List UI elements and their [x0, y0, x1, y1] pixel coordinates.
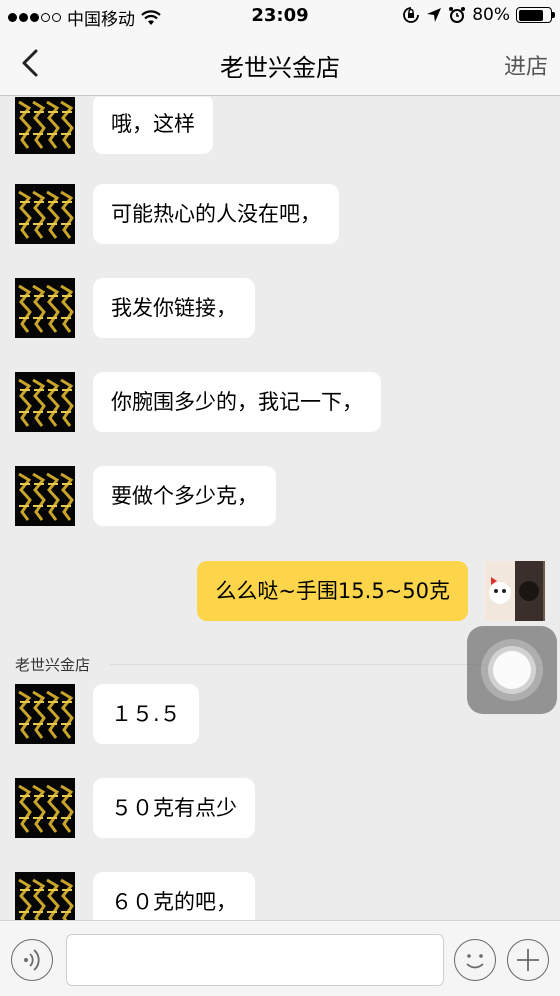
chat-area[interactable]: 哦，这样可能热心的人没在吧， 我发你链接， 你腕围多少的，我记一下， 要做个多少克， 么… [0, 97, 560, 920]
sender-name-label: 老世兴金店 [15, 656, 91, 674]
battery-percent: 80% [472, 5, 510, 25]
assistive-touch-button[interactable] [467, 626, 557, 714]
status-right: 80% [402, 5, 555, 25]
received-message-bubble[interactable]: 可能热心的人没在吧， [93, 184, 339, 244]
my-avatar[interactable] [485, 561, 545, 621]
sent-message-bubble[interactable]: 么么哒~手围15.5~50克 [197, 561, 468, 621]
store-avatar[interactable] [15, 778, 75, 838]
received-message-bubble[interactable]: 哦，这样 [93, 97, 213, 154]
store-avatar[interactable] [15, 97, 75, 154]
store-avatar[interactable] [15, 184, 75, 244]
voice-button[interactable] [11, 939, 53, 981]
plus-icon [517, 949, 539, 971]
message-input[interactable] [66, 934, 444, 986]
enter-store-button[interactable]: 进店 [504, 49, 548, 81]
received-message-bubble[interactable]: ６０克的吧， [93, 872, 255, 920]
store-avatar[interactable] [15, 684, 75, 744]
battery-icon [516, 7, 555, 23]
received-message-bubble[interactable]: ５０克有点少 [93, 778, 255, 838]
smiley-icon [466, 954, 484, 969]
nav-bar: 老世兴金店 进店 [0, 32, 560, 96]
location-icon [427, 8, 442, 22]
orientation-lock-icon [403, 7, 420, 23]
battery-fill [518, 9, 544, 21]
store-avatar[interactable] [15, 466, 75, 526]
input-bar [0, 920, 560, 996]
store-avatar[interactable] [15, 872, 75, 920]
store-avatar[interactable] [15, 372, 75, 432]
received-message-bubble[interactable]: 我发你链接， [93, 278, 255, 338]
received-message-bubble[interactable]: １５.５ [93, 684, 199, 744]
alarm-icon [449, 7, 466, 23]
voice-icon [24, 949, 40, 971]
store-avatar[interactable] [15, 278, 75, 338]
status-bar: 中国移动 23:09 80% [0, 0, 560, 32]
emoji-button[interactable] [454, 939, 496, 981]
page-title: 老世兴金店 [220, 54, 340, 82]
received-message-bubble[interactable]: 你腕围多少的，我记一下， [93, 372, 381, 432]
received-message-bubble[interactable]: 要做个多少克， [93, 466, 276, 526]
more-button[interactable] [507, 939, 549, 981]
